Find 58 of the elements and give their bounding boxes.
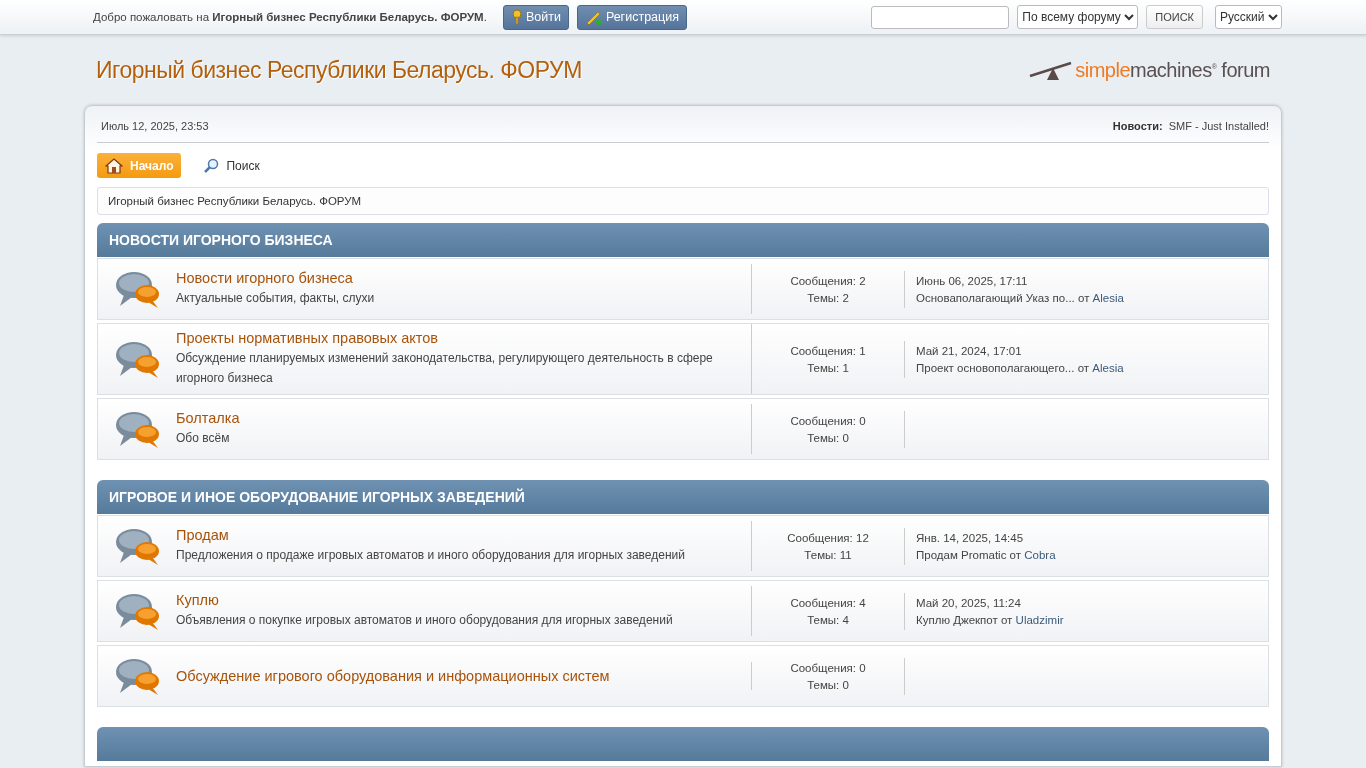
by-text: от <box>1000 613 1013 626</box>
by-text: от <box>1009 548 1021 561</box>
category-header: НОВОСТИ ИГОРНОГО БИЗНЕСА <box>97 223 1269 257</box>
posts-count: Сообщения: 0 <box>790 414 866 427</box>
last-post-date: Янв. 14, 2025, 14:45 <box>916 531 1025 544</box>
search-icon <box>203 157 220 174</box>
search-button[interactable]: ПОИСК <box>1146 5 1203 29</box>
author-link[interactable]: Alesia <box>1092 291 1124 304</box>
board-title-link[interactable]: Новости игорного бизнеса <box>176 270 736 286</box>
topics-count: Темы: 0 <box>807 678 849 691</box>
board-description: Актуальные события, факты, слухи <box>176 290 376 307</box>
board-description: Обо всём <box>176 430 231 447</box>
home-icon <box>105 157 123 174</box>
author-link[interactable]: Alesia <box>1092 361 1124 374</box>
author-link[interactable]: Uladzimir <box>1015 613 1064 626</box>
posts-count: Сообщения: 0 <box>790 661 866 674</box>
board-description: Объявления о покупке игровых автоматов и иного оборудования для игорных заведений <box>176 612 674 629</box>
board-title-link[interactable]: Куплю <box>176 592 736 608</box>
topics-count: Темы: 11 <box>804 548 852 561</box>
last-post-date: Май 20, 2025, 11:24 <box>916 596 1022 609</box>
board-description: Предложения о продаже игровых автоматов и иного оборудования для игорных заведений <box>176 547 686 564</box>
news-text: Новости: SMF - Just Installed! <box>1112 120 1269 132</box>
posts-count: Сообщения: 1 <box>790 344 866 357</box>
posts-count: Сообщения: 12 <box>787 531 869 544</box>
welcome-text: Добро пожаловать на Игорный бизнес Республики Беларусь. ФОРУМ. <box>93 11 487 23</box>
board-title-link[interactable]: Проекты нормативных правовых актов <box>176 330 736 346</box>
last-post-date: Май 21, 2024, 17:01 <box>916 344 1023 357</box>
board-title-link[interactable]: Болталка <box>176 410 736 426</box>
language-dropdown[interactable]: Русский <box>1215 5 1282 29</box>
topics-count: Темы: 2 <box>807 291 849 304</box>
posts-count: Сообщения: 4 <box>790 596 866 609</box>
search-scope-dropdown[interactable]: По всему форуму <box>1017 5 1139 29</box>
search-field[interactable] <box>871 5 1010 29</box>
last-post-topic-link[interactable]: Куплю Джекпот <box>916 613 998 626</box>
topics-count: Темы: 0 <box>807 431 849 444</box>
board-title-link[interactable]: Продам <box>176 527 736 543</box>
login-button[interactable]: Войти <box>502 4 569 30</box>
forum-title[interactable]: Игорный бизнес Республики Беларусь. ФОРУМ <box>96 56 1030 84</box>
key-icon <box>510 9 523 25</box>
board-title-link[interactable]: Обсуждение игрового оборудования и информационных систем <box>176 668 736 684</box>
last-post-topic-link[interactable]: Проект основополагающего... <box>916 361 1075 374</box>
topics-count: Темы: 1 <box>807 361 849 374</box>
last-post-topic-link[interactable]: Продам Promatic <box>916 548 1007 561</box>
date-text: Июль 12, 2025, 23:53 <box>101 120 209 132</box>
menu-item[interactable]: Поиск <box>195 153 268 178</box>
last-post-topic-link[interactable]: Основаполагающий Указ по... <box>916 291 1075 304</box>
topics-count: Темы: 4 <box>807 613 849 626</box>
register-button[interactable]: Регистрация <box>576 4 687 30</box>
author-link[interactable]: Cobra <box>1024 548 1056 561</box>
category-header: ИГРОВОЕ И ИНОЕ ОБОРУДОВАНИЕ ИГОРНЫХ ЗАВЕДЕНИЙ <box>97 480 1269 514</box>
board-description: Обсуждение планируемых изменений законодательства, регулирующего деятельность в сфере игорного бизнеса <box>176 350 714 387</box>
by-text: от <box>1078 291 1090 304</box>
last-post-date: Июнь 06, 2025, 17:11 <box>916 274 1029 287</box>
posts-count: Сообщения: 2 <box>790 274 866 287</box>
by-text: от <box>1077 361 1090 374</box>
pencil-icon <box>584 9 603 25</box>
logo-text: simplemachines$^{®}$ forum <box>1075 58 1270 82</box>
breadcrumb-link[interactable]: Игорный бизнес Республики Беларусь. ФОРУМ <box>108 195 362 207</box>
